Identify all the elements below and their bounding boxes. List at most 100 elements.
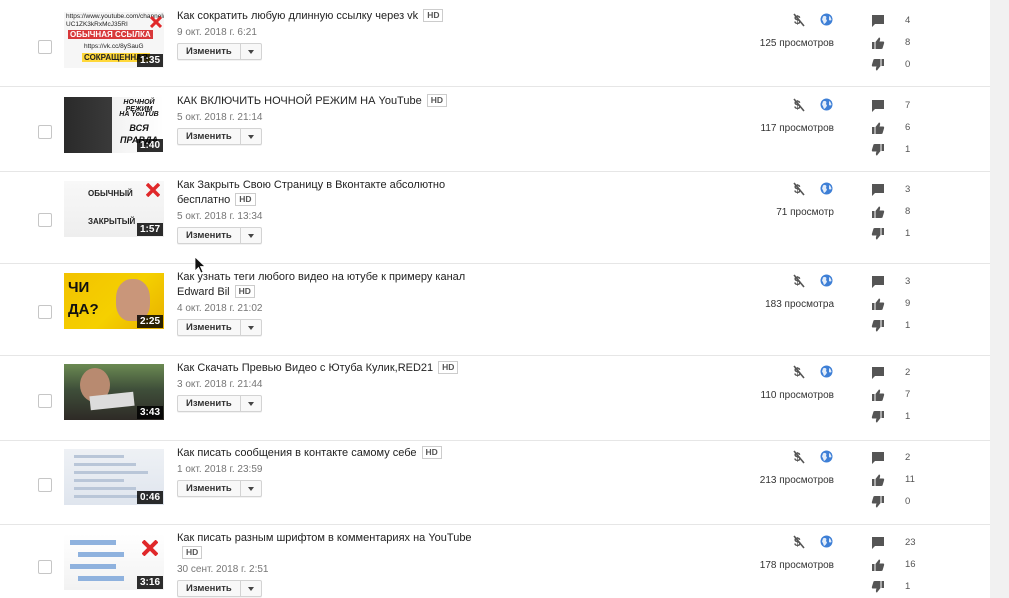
video-thumbnail[interactable]: 3:43 [64,364,164,420]
video-title[interactable]: Как писать сообщения в контакте самому с… [177,447,417,459]
edit-button-group: Изменить [177,480,262,497]
red-x-icon [142,540,158,556]
video-date: 5 окт. 2018 г. 21:14 [177,112,263,123]
video-title[interactable]: Как узнать теги любого видео на ютубе к … [177,271,465,298]
edit-button[interactable]: Изменить [178,228,241,243]
video-title-wrapper: Как писать сообщения в контакте самому с… [177,446,477,461]
monetization-off-icon[interactable]: $ [793,365,805,379]
hd-badge: HD [234,285,255,298]
thumb-chat-line [74,471,148,474]
edit-dropdown-chevron-icon[interactable] [241,396,261,411]
comment-icon[interactable] [871,99,885,113]
thumbs-down-icon[interactable] [871,410,885,424]
comment-icon[interactable] [871,366,885,380]
edit-button[interactable]: Изменить [178,396,241,411]
public-globe-icon[interactable] [820,365,833,378]
monetization-off-icon[interactable]: $ [793,13,805,27]
video-title[interactable]: Как Скачать Превью Видео с Ютуба Кулик,R… [177,362,433,374]
video-date: 5 окт. 2018 г. 13:34 [177,211,263,222]
public-globe-icon[interactable] [820,450,833,463]
video-title[interactable]: КАК ВКЛЮЧИТЬ НОЧНОЙ РЕЖИМ НА YouTube [177,95,422,107]
thumbs-down-icon[interactable] [871,495,885,509]
edit-button-group: Изменить [177,395,262,412]
view-count: 71 просмотр [776,207,834,218]
video-date: 1 окт. 2018 г. 23:59 [177,464,263,475]
video-thumbnail[interactable]: ЧИ ДА? 2:25 [64,273,164,329]
comment-icon[interactable] [871,275,885,289]
video-thumbnail[interactable]: 0:46 [64,449,164,505]
hd-badge: HD [423,9,444,22]
like-count: 9 [905,298,911,309]
monetization-off-icon[interactable]: $ [793,182,805,196]
edit-button[interactable]: Изменить [178,581,241,596]
thumb-chat-line [74,463,136,466]
thumbs-up-icon[interactable] [871,205,885,219]
video-select-checkbox[interactable] [38,40,52,54]
thumbs-up-icon[interactable] [871,388,885,402]
mouse-cursor-icon [194,256,206,274]
edit-button[interactable]: Изменить [178,320,241,335]
public-globe-icon[interactable] [820,182,833,195]
thumbs-down-icon[interactable] [871,143,885,157]
edit-button-group: Изменить [177,43,262,60]
comment-count: 23 [905,537,916,548]
thumbs-down-icon[interactable] [871,580,885,594]
comment-icon[interactable] [871,536,885,550]
thumb-overlay-text: ЧИ [68,279,90,296]
like-count: 7 [905,389,911,400]
edit-button[interactable]: Изменить [178,481,241,496]
thumbs-up-icon[interactable] [871,473,885,487]
thumb-overlay-text: ВСЯ [129,123,149,133]
comment-count: 2 [905,367,911,378]
video-thumbnail[interactable]: ОБЫЧНЫЙ ЗАКРЫТЫЙ 1:57 [64,181,164,237]
thumbs-up-icon[interactable] [871,297,885,311]
edit-dropdown-chevron-icon[interactable] [241,481,261,496]
video-date: 9 окт. 2018 г. 6:21 [177,27,257,38]
hd-badge: HD [438,361,459,374]
video-title[interactable]: Как Закрыть Свою Страницу в Вконтакте аб… [177,179,445,206]
video-title-wrapper: Как Скачать Превью Видео с Ютуба Кулик,R… [177,361,477,376]
edit-dropdown-chevron-icon[interactable] [241,129,261,144]
comment-icon[interactable] [871,183,885,197]
thumbs-down-icon[interactable] [871,58,885,72]
monetization-off-icon[interactable]: $ [793,450,805,464]
video-info: Как сократить любую длинную ссылку через… [177,9,477,60]
edit-button[interactable]: Изменить [178,44,241,59]
video-thumbnail[interactable]: 3:16 [64,534,164,590]
edit-dropdown-chevron-icon[interactable] [241,320,261,335]
public-globe-icon[interactable] [820,13,833,26]
monetization-off-icon[interactable]: $ [793,535,805,549]
video-date: 3 окт. 2018 г. 21:44 [177,379,263,390]
video-select-checkbox[interactable] [38,478,52,492]
thumb-url-text: UC1ZK3kRxMcJ35RI [66,21,128,28]
edit-dropdown-chevron-icon[interactable] [241,228,261,243]
video-title[interactable]: Как писать разным шрифтом в комментариях… [177,532,472,544]
video-select-checkbox[interactable] [38,560,52,574]
comment-count: 3 [905,184,911,195]
monetization-off-icon[interactable]: $ [793,98,805,112]
thumbs-up-icon[interactable] [871,121,885,135]
public-globe-icon[interactable] [820,535,833,548]
video-select-checkbox[interactable] [38,394,52,408]
video-thumbnail[interactable]: НОЧНОЙ РЕЖИМНА YouTUBВСЯПРАВДА1:40 [64,97,164,153]
edit-dropdown-chevron-icon[interactable] [241,581,261,596]
thumbs-up-icon[interactable] [871,558,885,572]
public-globe-icon[interactable] [820,98,833,111]
monetization-off-icon[interactable]: $ [793,274,805,288]
video-select-checkbox[interactable] [38,305,52,319]
comment-icon[interactable] [871,451,885,465]
edit-button[interactable]: Изменить [178,129,241,144]
video-select-checkbox[interactable] [38,125,52,139]
edit-dropdown-chevron-icon[interactable] [241,44,261,59]
video-info: Как Закрыть Свою Страницу в Вконтакте аб… [177,178,477,244]
public-globe-icon[interactable] [820,274,833,287]
video-title-wrapper: Как Закрыть Свою Страницу в Вконтакте аб… [177,178,477,208]
video-title[interactable]: Как сократить любую длинную ссылку через… [177,10,418,22]
comment-icon[interactable] [871,14,885,28]
thumbs-up-icon[interactable] [871,36,885,50]
video-duration: 1:57 [136,223,163,236]
video-select-checkbox[interactable] [38,213,52,227]
thumbs-down-icon[interactable] [871,319,885,333]
thumbs-down-icon[interactable] [871,227,885,241]
video-thumbnail[interactable]: https://www.youtube.com/channel/UC1ZK3kR… [64,12,164,68]
